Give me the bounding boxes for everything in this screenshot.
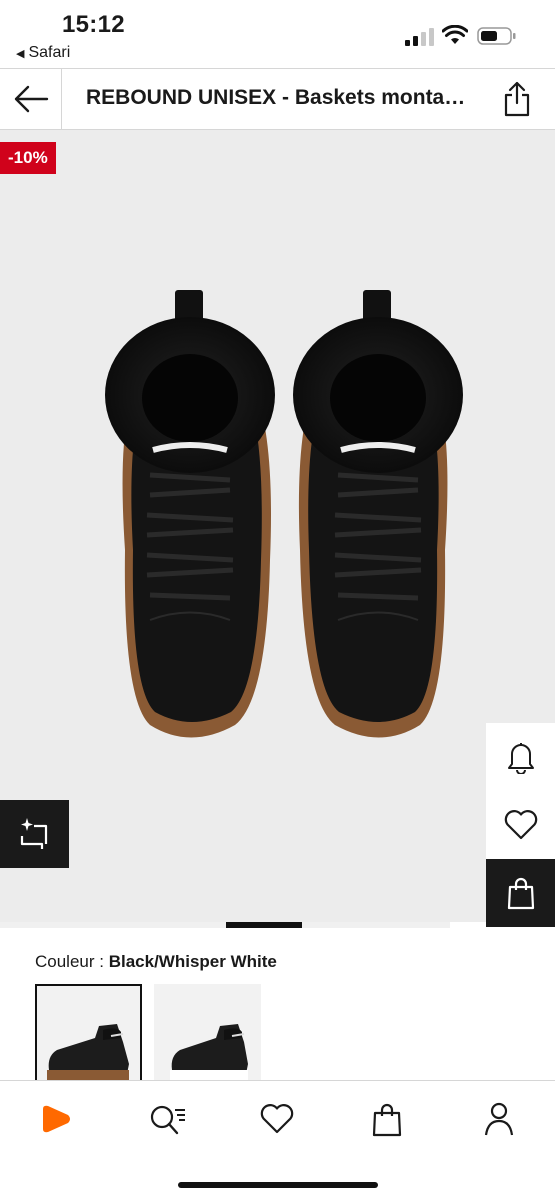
home-indicator	[178, 1182, 378, 1188]
back-triangle-icon: ◀	[16, 47, 25, 60]
nav-account[interactable]	[474, 1099, 524, 1139]
carousel-position	[226, 922, 302, 928]
nav-search[interactable]	[142, 1099, 192, 1139]
search-icon	[150, 1105, 185, 1135]
right-shoe	[293, 290, 463, 738]
notify-button[interactable]	[486, 723, 555, 791]
product-image	[105, 290, 463, 738]
arrow-left-icon	[14, 85, 48, 113]
product-header: REBOUND UNISEX - Baskets montantes - Bla…	[0, 68, 555, 130]
product-side-actions	[486, 723, 555, 927]
back-button[interactable]	[0, 69, 62, 129]
status-bar: 15:12 ◀ Safari	[0, 0, 555, 68]
product-image-gallery[interactable]: -10%	[0, 130, 555, 922]
nav-home[interactable]	[31, 1099, 81, 1139]
heart-icon	[260, 1104, 294, 1134]
bell-icon	[507, 743, 534, 774]
color-swatch-black-white[interactable]	[154, 984, 261, 1084]
swatch-image	[170, 1024, 248, 1081]
zalando-logo-icon	[43, 1105, 70, 1133]
color-value: Black/Whisper White	[108, 952, 277, 971]
color-swatches	[35, 984, 261, 1084]
add-to-wishlist-button[interactable]	[486, 791, 555, 859]
carousel-track	[0, 922, 450, 928]
heart-icon	[504, 810, 537, 840]
swatch-image	[47, 1024, 129, 1081]
user-icon	[484, 1102, 514, 1136]
nav-wishlist[interactable]	[252, 1099, 302, 1139]
share-button[interactable]	[494, 77, 540, 121]
safari-back-label: Safari	[28, 44, 71, 61]
wifi-icon	[442, 25, 468, 44]
safari-back-link[interactable]: ◀ Safari	[16, 44, 70, 62]
color-selection-label: Couleur : Black/Whisper White	[35, 952, 277, 972]
battery-icon	[477, 27, 516, 45]
status-time: 15:12	[62, 11, 125, 38]
nav-bag[interactable]	[362, 1099, 412, 1139]
similar-items-button[interactable]	[0, 800, 69, 868]
bag-icon	[372, 1103, 402, 1137]
bag-icon	[507, 877, 534, 910]
sparkle-crop-icon	[20, 818, 47, 849]
share-icon	[504, 81, 530, 117]
signal-icon	[405, 28, 434, 46]
discount-badge: -10%	[0, 142, 56, 174]
color-swatch-black-gum[interactable]	[35, 984, 142, 1084]
carousel-indicator	[0, 922, 555, 928]
color-label: Couleur :	[35, 952, 104, 971]
add-to-bag-button[interactable]	[486, 859, 555, 927]
left-shoe	[105, 290, 275, 738]
page-title: REBOUND UNISEX - Baskets montantes - Bla…	[86, 86, 471, 109]
